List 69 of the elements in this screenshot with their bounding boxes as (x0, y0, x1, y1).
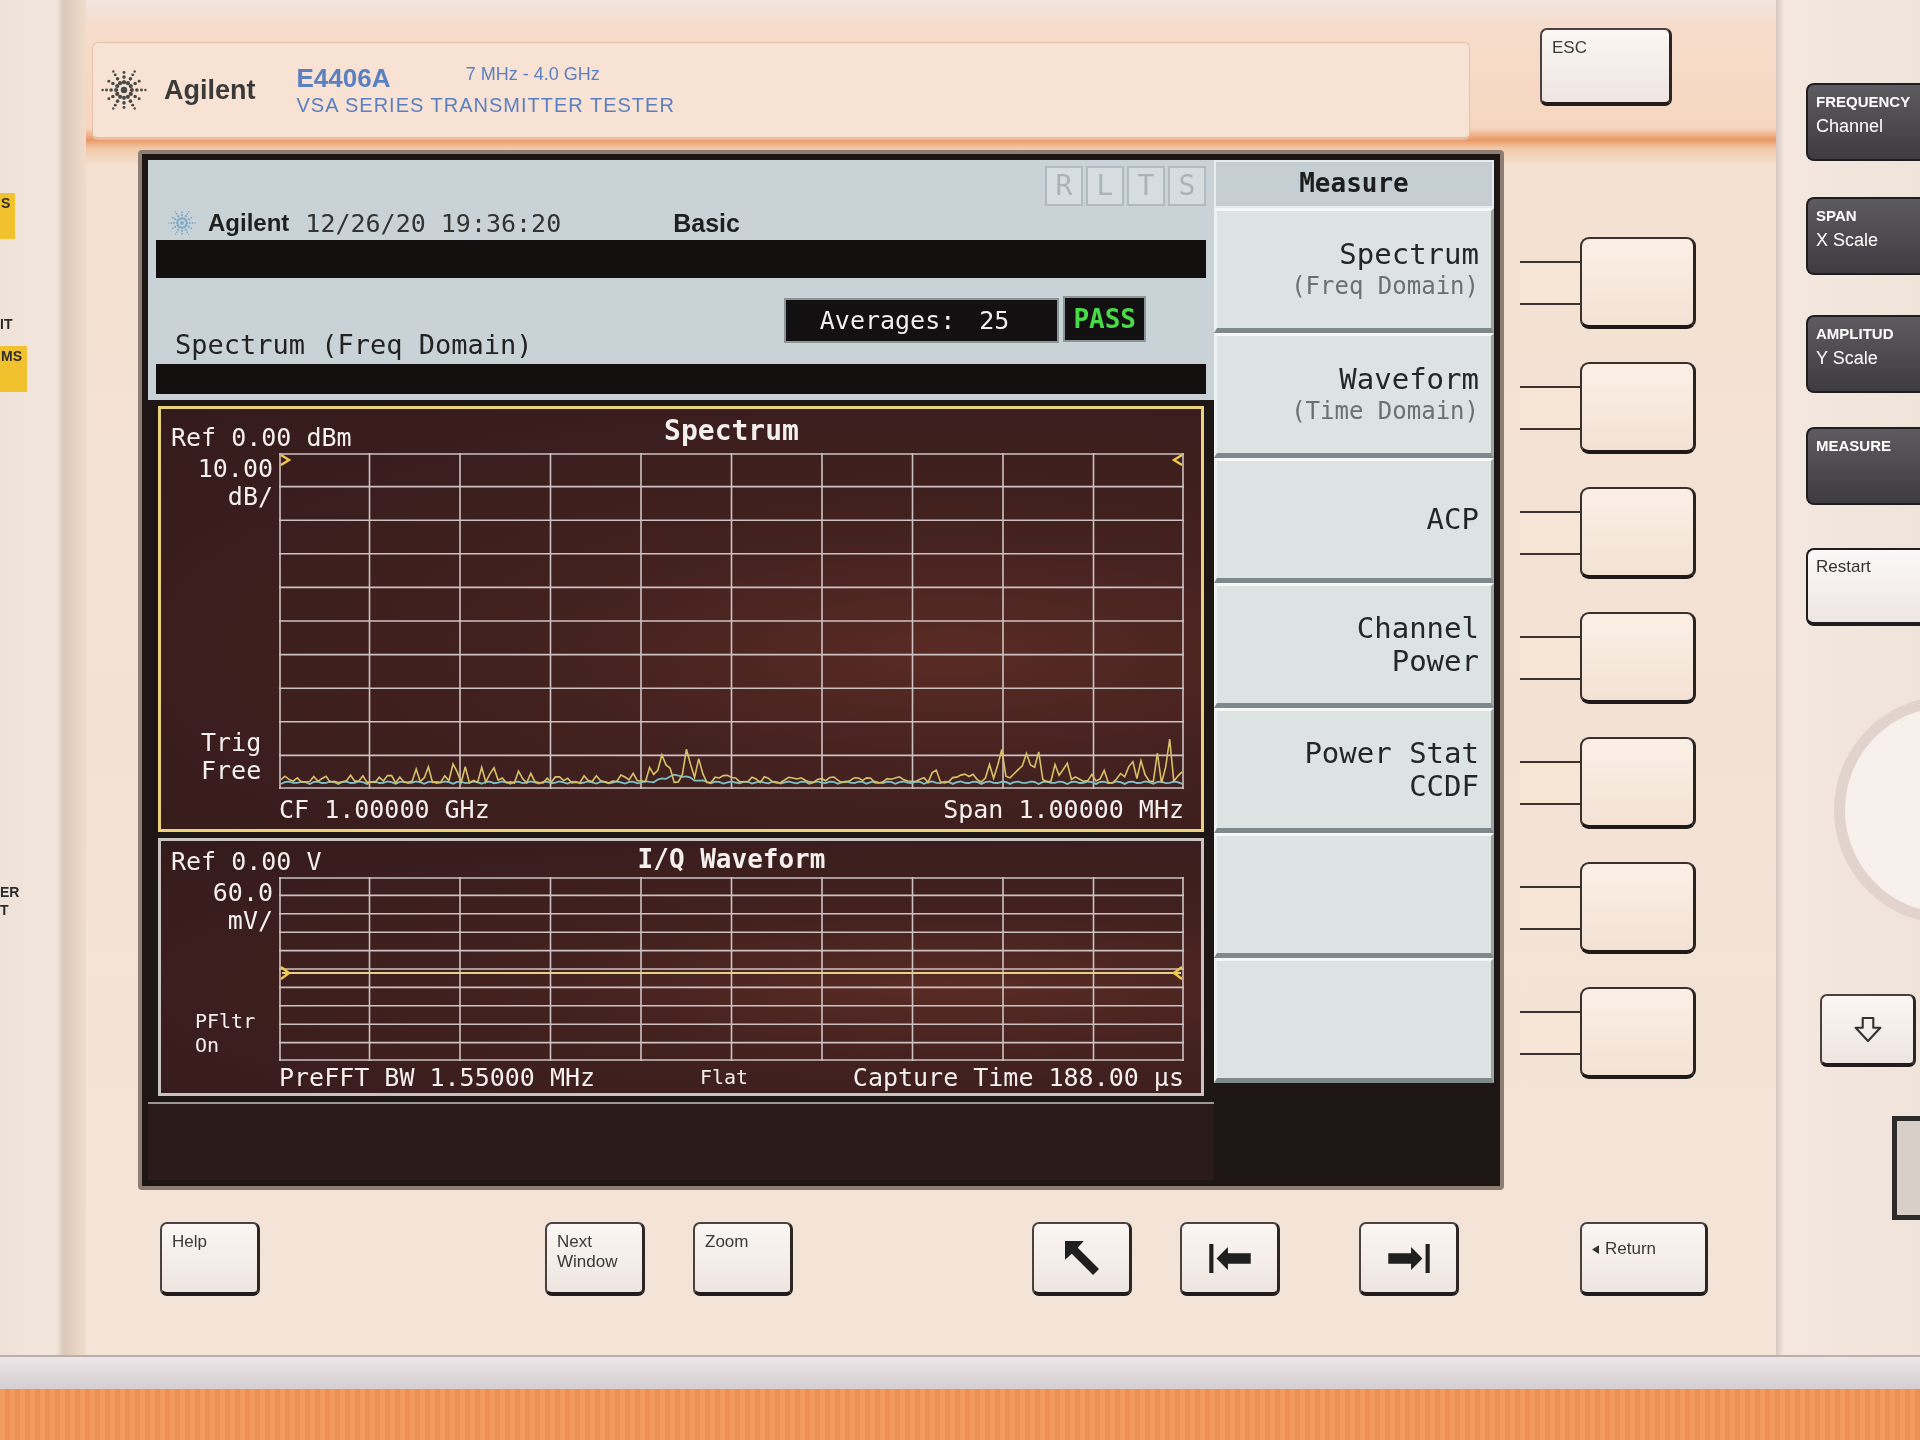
softkey-button[interactable] (1580, 736, 1696, 829)
scale-label: 10.00 dB/ (197, 455, 273, 511)
window-label: Flat (699, 1065, 749, 1089)
panel-label: ER (0, 884, 20, 900)
label-tag: S (0, 193, 16, 239)
starburst-icon (168, 209, 196, 237)
series-name: VSA SERIES TRANSMITTER TESTER (296, 93, 675, 117)
chart-title: I/Q Waveform (637, 843, 826, 875)
bandwidth-label: PreFFT BW 1.55000 MHz (279, 1062, 596, 1092)
filter-label: PFltr On (195, 1009, 256, 1057)
panel-key[interactable] (1032, 1222, 1132, 1296)
ref-level-label: Ref 0.00 dBm (170, 423, 352, 453)
softkey-button[interactable] (1580, 861, 1696, 954)
trigger-label: Trig Free (201, 729, 262, 785)
softkey[interactable]: ACP (1214, 458, 1494, 583)
model-number: E4406A (296, 63, 392, 93)
brand-name: Agilent (208, 209, 290, 237)
marker-icon (1172, 966, 1183, 980)
panel-key[interactable]: Restart (1806, 548, 1920, 626)
brand-name: Agilent (164, 74, 256, 106)
panel-key[interactable]: MEASURE (1806, 427, 1920, 505)
panel-key[interactable]: FREQUENCY Channel (1806, 83, 1920, 161)
scale-label: 60.0 mV/ (212, 879, 273, 935)
softkey-button[interactable] (1580, 361, 1696, 454)
mode-label: Basic (673, 208, 740, 238)
ref-level-label: Ref 0.00 V (170, 847, 322, 877)
span-label: Span 1.00000 MHz (943, 794, 1184, 824)
chart-title: Spectrum (664, 415, 799, 447)
panel-key[interactable] (1359, 1222, 1459, 1296)
panel-key[interactable] (1180, 1222, 1280, 1296)
label-tag: MS (0, 346, 27, 392)
menu-title: Measure (1214, 160, 1494, 208)
triangle-left-icon (1592, 1244, 1599, 1254)
esc-key[interactable]: ESC (1540, 28, 1672, 106)
panel-key[interactable]: Next Window (545, 1222, 645, 1296)
panel-key[interactable]: Help (160, 1222, 260, 1296)
softkey-button[interactable] (1580, 236, 1696, 329)
panel-label: IT (0, 316, 13, 332)
softkey[interactable]: Channel Power (1214, 583, 1494, 708)
softkey-button[interactable] (1580, 986, 1696, 1079)
panel-label: T (0, 902, 9, 918)
date-time: 12/26/20 19:36:20 (305, 208, 562, 238)
softkey-button[interactable] (1580, 611, 1696, 704)
ref-marker-icon (280, 454, 292, 466)
panel-key[interactable]: Return (1580, 1222, 1708, 1296)
capture-time-label: Capture Time 188.00 μs (852, 1062, 1184, 1092)
marker-icon (1171, 454, 1183, 466)
tab-left-icon (1208, 1243, 1251, 1273)
averages-value: 25 (979, 306, 1010, 335)
softkey[interactable]: Waveform (Time Domain) (1214, 333, 1494, 458)
averages-label: Averages: (819, 306, 956, 335)
starburst-icon (101, 67, 147, 113)
marker-icon (280, 966, 291, 980)
result-indicator: PASS (1063, 296, 1146, 342)
softkey[interactable]: Power Stat CCDF (1214, 708, 1494, 833)
frequency-range: 7 MHz - 4.0 GHz (465, 63, 601, 85)
softkey-button[interactable] (1580, 486, 1696, 579)
panel-key[interactable]: AMPLITUD Y Scale (1806, 315, 1920, 393)
panel-key[interactable]: SPAN X Scale (1806, 197, 1920, 275)
panel-key[interactable]: Zoom (693, 1222, 793, 1296)
measurement-title: Spectrum (Freq Domain) (175, 329, 533, 360)
softkey[interactable] (1214, 833, 1494, 958)
panel-key[interactable] (1820, 994, 1916, 1067)
softkey[interactable] (1214, 958, 1494, 1083)
center-frequency-label: CF 1.00000 GHz (279, 794, 490, 824)
arrow-up-left-icon (1064, 1241, 1099, 1275)
arrow-down-icon (1852, 1016, 1883, 1043)
softkey[interactable]: Spectrum (Freq Domain) (1214, 208, 1494, 333)
tab-right-icon (1387, 1243, 1430, 1273)
